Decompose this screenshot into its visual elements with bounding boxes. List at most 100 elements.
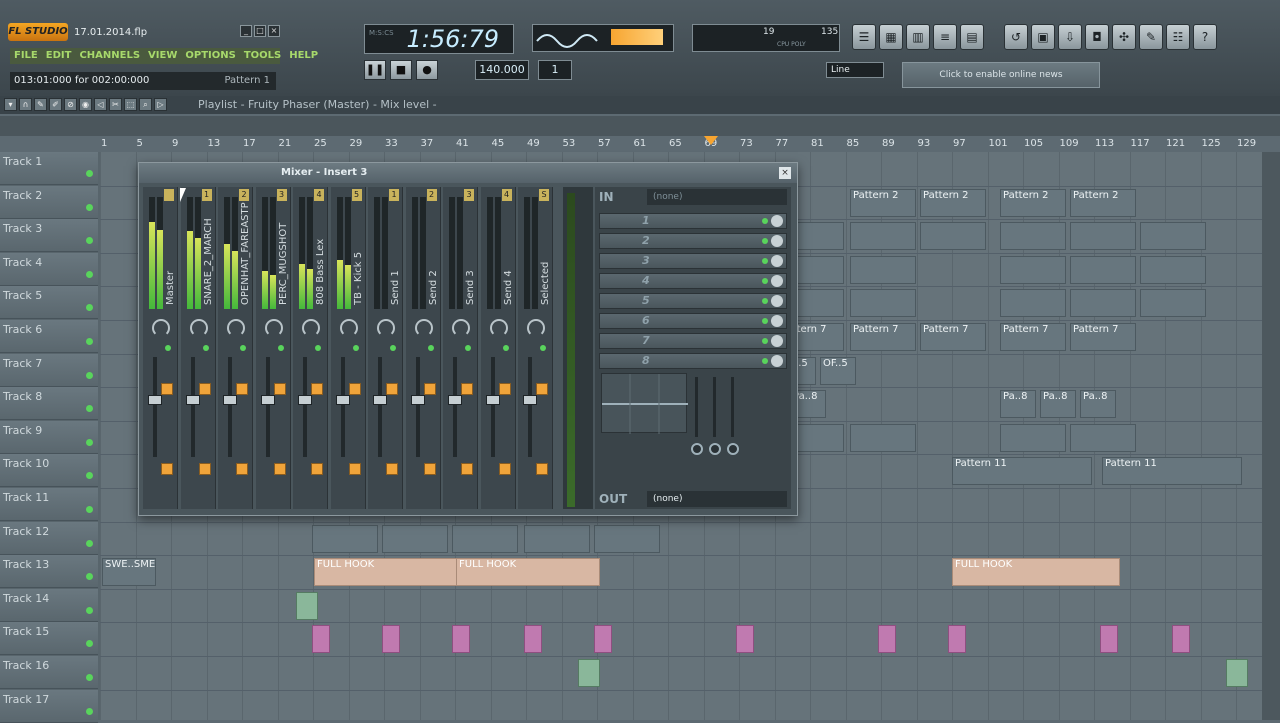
pattern-selector[interactable]: 1 [538, 60, 572, 80]
track-enable-led-icon[interactable] [86, 539, 93, 547]
pan-knob[interactable] [302, 319, 320, 337]
mute-led-icon[interactable] [202, 345, 209, 351]
track-enable-led-icon[interactable] [86, 573, 93, 581]
send-knob-icon[interactable] [273, 383, 286, 395]
playlist-clip[interactable] [452, 625, 470, 654]
slot-enable-led-icon[interactable] [762, 258, 768, 264]
send-knob-icon[interactable] [198, 383, 211, 395]
playlist-clip[interactable] [920, 222, 986, 251]
volume-fader[interactable] [185, 395, 200, 405]
track-enable-led-icon[interactable] [86, 170, 93, 177]
mixer-strip[interactable]: 2 Send 2 [405, 187, 441, 509]
mixer-strip[interactable]: 2 OPENHAT_FAREASTP [218, 187, 253, 509]
playlist-clip[interactable] [1140, 255, 1206, 284]
playlist-clip[interactable] [878, 625, 896, 654]
slice-icon[interactable]: ✂ [109, 98, 122, 111]
slot-mix-knob-icon[interactable] [771, 235, 783, 247]
pan-knob[interactable] [189, 319, 208, 337]
slot-enable-led-icon[interactable] [762, 318, 768, 324]
slot-mix-knob-icon[interactable] [771, 255, 783, 267]
slot-mix-knob-icon[interactable] [771, 355, 783, 367]
track-header[interactable]: Track 17 [0, 689, 98, 723]
mixer-strip[interactable]: 4 808 Bass Lex [293, 187, 328, 509]
playlist-clip[interactable]: Pattern 2 [1000, 188, 1066, 217]
mute-icon[interactable]: ◉ [79, 98, 92, 111]
route-button[interactable] [348, 463, 361, 475]
playlist-clip[interactable] [312, 524, 378, 553]
time-display[interactable]: M:S:CS 1:56:79 [364, 24, 514, 54]
mixer-icon[interactable]: ▤ [960, 24, 984, 50]
mute-led-icon[interactable] [465, 345, 471, 351]
pan-knob[interactable] [227, 319, 245, 337]
track-header[interactable]: Track 13 [0, 555, 98, 589]
playlist-clip[interactable] [594, 625, 612, 654]
track-header[interactable]: Track 4 [0, 252, 98, 286]
playback-icon[interactable]: ▷ [154, 98, 167, 111]
effect-slot[interactable]: 7 [599, 333, 787, 349]
playlist-clip[interactable] [1070, 255, 1136, 284]
track-enable-led-icon[interactable] [86, 270, 93, 278]
export-icon[interactable]: ⇩ [1058, 24, 1082, 50]
send-knob-icon[interactable] [498, 383, 511, 395]
track-header[interactable]: Track 11 [0, 488, 98, 521]
route-button[interactable] [236, 463, 248, 475]
notes-icon[interactable]: ☷ [1166, 24, 1190, 50]
pan-knob[interactable] [414, 319, 433, 337]
track-header[interactable]: Track 2 [0, 185, 98, 219]
volume-fader[interactable] [410, 395, 425, 405]
eq-band-faders[interactable] [691, 377, 785, 467]
slot-enable-led-icon[interactable] [762, 218, 768, 224]
mixer-strip[interactable]: 5 TB - Kick 5 [330, 187, 366, 509]
playlist-clip[interactable] [1000, 255, 1066, 284]
track-enable-led-icon[interactable] [86, 237, 93, 245]
track-enable-led-icon[interactable] [86, 304, 93, 312]
track-header[interactable]: Track 7 [0, 353, 98, 387]
send-knob-icon[interactable] [386, 383, 398, 395]
track-header[interactable]: Track 3 [0, 219, 98, 253]
track-enable-led-icon[interactable] [86, 606, 93, 614]
track-header[interactable]: Track 5 [0, 286, 98, 320]
playlist-clip[interactable]: Pa..8 [1040, 390, 1076, 419]
route-button[interactable] [536, 463, 548, 475]
record-button[interactable]: ● [416, 60, 438, 80]
playlist-clip[interactable] [524, 625, 542, 654]
playlist-clip[interactable] [736, 625, 754, 654]
playlist-clip[interactable]: Pattern 7 [920, 323, 986, 351]
effect-slot[interactable]: 3 [599, 253, 787, 269]
effect-slot[interactable]: 6 [599, 313, 787, 329]
playlist-clip[interactable]: Pattern 7 [850, 323, 916, 351]
select-icon[interactable]: ⬚ [124, 98, 137, 111]
slot-enable-led-icon[interactable] [762, 358, 768, 364]
mute-led-icon[interactable] [427, 345, 434, 351]
slot-enable-led-icon[interactable] [762, 238, 768, 244]
menu-tools[interactable]: TOOLS [244, 48, 281, 64]
track-header[interactable]: Track 9 [0, 420, 98, 454]
slot-mix-knob-icon[interactable] [771, 315, 783, 327]
send-knob-icon[interactable] [348, 383, 361, 395]
browser-icon[interactable]: ≡ [933, 24, 957, 50]
slot-mix-knob-icon[interactable] [771, 275, 783, 287]
track-header[interactable]: Track 16 [0, 656, 98, 689]
track-header[interactable]: Track 10 [0, 454, 98, 488]
playlist-clip[interactable]: Pattern 2 [850, 188, 916, 217]
playlist-clip[interactable] [850, 255, 916, 284]
playhead-marker[interactable] [704, 136, 718, 145]
playlist-clip[interactable] [1100, 625, 1118, 654]
mixer-strip[interactable]: 1 SNARE_2_MARCH [180, 187, 216, 509]
step-sequencer-icon[interactable]: ▦ [879, 24, 903, 50]
volume-fader[interactable] [223, 395, 237, 405]
menu-options[interactable]: OPTIONS [185, 48, 235, 64]
track-header[interactable]: Track 1 [0, 152, 98, 185]
save-icon[interactable]: ▣ [1031, 24, 1055, 50]
menu-channels[interactable]: CHANNELS [79, 48, 140, 64]
route-button[interactable] [161, 463, 173, 475]
menu-arrow-icon[interactable]: ▾ [4, 98, 17, 111]
menu-file[interactable]: FILE [14, 48, 38, 64]
mixer-strip[interactable]: 3 Send 3 [443, 187, 478, 509]
pan-knob[interactable] [377, 319, 395, 337]
playlist-clip[interactable] [1070, 222, 1136, 251]
slot-mix-knob-icon[interactable] [771, 335, 783, 347]
playlist-clip[interactable] [948, 625, 966, 654]
undo-icon[interactable]: ↺ [1004, 24, 1028, 50]
send-knob-icon[interactable] [161, 383, 173, 395]
